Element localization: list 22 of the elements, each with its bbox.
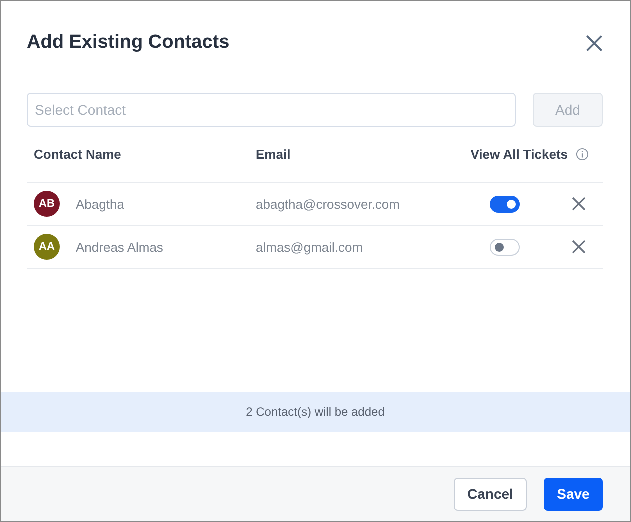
close-button[interactable] — [584, 33, 604, 53]
contact-name: Abagtha — [76, 196, 124, 212]
remove-button[interactable] — [572, 197, 586, 211]
save-button[interactable]: Save — [544, 478, 603, 510]
info-icon[interactable] — [576, 148, 589, 161]
select-contact-field[interactable]: Select Contact — [27, 93, 516, 127]
contact-name: Andreas Almas — [76, 240, 164, 254]
avatar: AB — [34, 191, 60, 217]
close-icon — [572, 197, 586, 211]
close-icon — [572, 240, 586, 254]
contact-email: almas@gmail.com — [256, 240, 364, 254]
view-all-tickets-toggle[interactable] — [490, 196, 520, 212]
contact-email: abagtha@crossover.com — [256, 196, 401, 212]
column-header: View All Tickets — [470, 147, 568, 162]
dialog-title: Add Existing Contacts — [27, 32, 230, 54]
column-header: Contact Name — [34, 147, 122, 162]
avatar: AA — [34, 234, 60, 260]
notice-banner: 2 Contact(s) will be added — [1, 392, 630, 432]
cancel-button[interactable]: Cancel — [454, 478, 527, 510]
column-header: Email — [256, 147, 292, 162]
remove-button[interactable] — [572, 240, 586, 254]
close-icon — [586, 34, 602, 52]
